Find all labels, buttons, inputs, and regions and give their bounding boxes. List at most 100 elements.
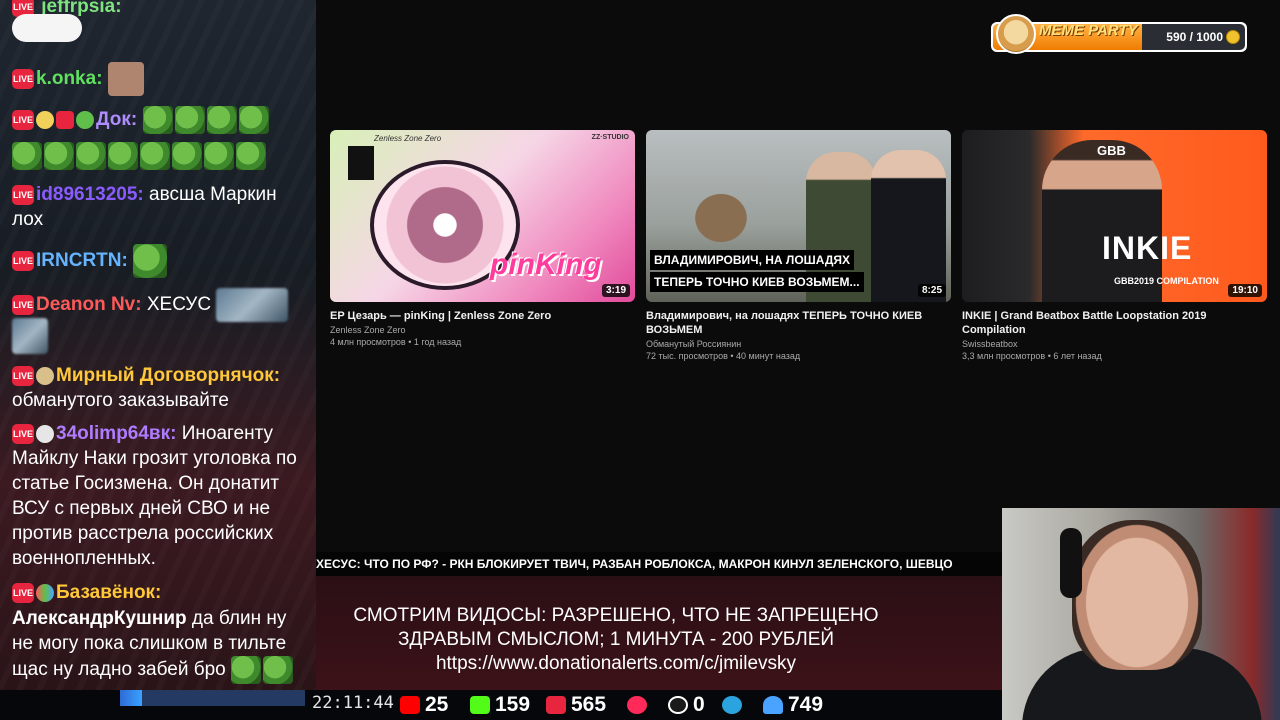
chat-progress-fill	[120, 690, 143, 706]
thumbnail-studio: ZZ·STUDIO	[591, 134, 629, 141]
pepe-emote-icon	[206, 106, 237, 134]
youtube-icon	[400, 696, 420, 714]
rules-line: ЗДРАВЫМ СМЫСЛОМ; 1 МИНУТА - 200 РУБЛЕЙ	[397, 629, 835, 650]
live-badge-icon: LIVE	[12, 69, 34, 89]
chat-emote-row	[12, 14, 308, 42]
video-meta: 4 млн просмотров • 1 год назад	[330, 337, 462, 347]
chat-panel: LIVE jeffrpsia: LIVE k.onka: LIVE Док: LIV…	[0, 0, 316, 690]
video-duration: 19:10	[1228, 284, 1262, 297]
headset-icon	[1060, 528, 1082, 598]
kick-viewers: 159	[470, 690, 530, 720]
video-channel[interactable]: Обманутый Россиянин	[646, 339, 951, 349]
live-count: 565	[571, 693, 607, 716]
video-thumbnail[interactable]: Zenless Zone Zero ZZ·STUDIO pinKing 3:19	[330, 130, 635, 302]
pepe-emote-icon	[133, 244, 168, 278]
youtube-viewers: 25	[400, 690, 448, 720]
chat-message: LIVE Мирный Договорнячок: обманутого зака…	[12, 363, 308, 413]
badge-icon	[56, 111, 74, 129]
thumbnail-sub: GBB2019 COMPILATION	[1114, 276, 1219, 286]
video-duration: 3:19	[601, 284, 630, 297]
live-badge-icon: LIVE	[12, 184, 34, 205]
thumbnail-caption: ВЛАДИМИРОВИЧ, НА ЛОШАДЯХ ТЕПЕРЬ ТОЧНО КИ…	[650, 250, 864, 294]
chat-username: Deanon Nv:	[36, 294, 142, 316]
chat-username: Док:	[96, 109, 138, 131]
emote-icon	[107, 62, 144, 96]
emote-icon	[12, 14, 82, 42]
vk-video-viewers	[627, 690, 652, 720]
rumble-icon	[668, 696, 688, 714]
video-title[interactable]: EP Цезарь — pinKing | Zenless Zone Zero	[330, 309, 635, 323]
badge-icon	[36, 583, 54, 602]
video-card[interactable]: ВЛАДИМИРОВИЧ, НА ЛОШАДЯХ ТЕПЕРЬ ТОЧНО КИ…	[646, 130, 951, 361]
coin-icon	[1226, 30, 1240, 44]
rules-text: СМОТРИМ ВИДОСЫ: РАЗРЕШЕНО, ЧТО НЕ ЗАПРЕЩ…	[316, 604, 916, 676]
chat-progress-bar	[120, 690, 305, 706]
kick-icon	[470, 696, 490, 714]
video-thumbnail[interactable]: GBB INKIE GBB2019 COMPILATION 19:10	[962, 130, 1267, 302]
chat-message: LIVE k.onka:	[12, 62, 308, 96]
live-badge-icon: LIVE	[12, 423, 34, 444]
chat-username: k.onka:	[36, 68, 103, 90]
pepe-emote-icon	[174, 106, 205, 134]
rules-box: СМОТРИМ ВИДОСЫ: РАЗРЕШЕНО, ЧТО НЕ ЗАПРЕЩ…	[316, 576, 1002, 690]
chat-username: id89613205:	[36, 184, 144, 205]
youtube-count: 25	[425, 693, 449, 716]
live-badge-icon: LIVE	[12, 251, 34, 271]
donation-link[interactable]: https://www.donationalerts.com/c/jmilevs…	[316, 652, 916, 676]
live-badge-icon: LIVE	[12, 365, 34, 386]
pepe-emote-icon	[108, 142, 138, 170]
thumbnail-logo: pinKing	[490, 248, 602, 281]
stream-clock: 22:11:44	[312, 693, 394, 713]
pepe-emote-icon	[44, 142, 74, 170]
chat-mention: АлександрКушнир	[12, 608, 187, 629]
video-title[interactable]: Владимирович, на лошадях ТЕПЕРЬ ТОЧНО КИ…	[646, 309, 951, 337]
thumbnail-brand: Zenless Zone Zero	[374, 134, 442, 143]
video-card[interactable]: Zenless Zone Zero ZZ·STUDIO pinKing 3:19…	[330, 130, 635, 347]
chat-emote-row	[12, 318, 308, 354]
vk-video-icon	[627, 696, 647, 714]
badge-icon	[36, 366, 54, 385]
chat-emote-row	[12, 142, 308, 170]
chat-message: LIVE Док:	[12, 106, 308, 134]
chat-text: ХЕСУС	[146, 294, 212, 316]
pepe-emote-icon	[204, 142, 234, 170]
telegram-viewers	[722, 690, 747, 720]
rules-line: СМОТРИМ ВИДОСЫ: РАЗРЕШЕНО, ЧТО НЕ ЗАПРЕЩ…	[353, 605, 879, 626]
pepe-emote-icon	[172, 142, 202, 170]
chat-username: IRNCRTN:	[36, 250, 128, 272]
emote-icon	[216, 288, 289, 322]
thumbnail-gbb: GBB	[1097, 143, 1126, 158]
streamer-face	[1072, 520, 1202, 670]
telegram-icon	[722, 696, 742, 714]
chat-message: LIVE Deanon Nv: ХЕСУС	[12, 288, 308, 322]
rumble-count: 0	[693, 693, 705, 716]
total-count: 749	[788, 693, 824, 716]
chat-text: обманутого заказывайте	[12, 390, 229, 411]
doge-icon	[996, 14, 1036, 54]
pepe-emote-icon	[12, 142, 42, 170]
video-card[interactable]: GBB INKIE GBB2019 COMPILATION 19:10 INKI…	[962, 130, 1267, 361]
caption-line: ТЕПЕРЬ ТОЧНО КИЕВ ВОЗЬМЕМ...	[650, 272, 864, 292]
user-icon	[763, 696, 783, 714]
video-channel[interactable]: Zenless Zone Zero	[330, 325, 635, 335]
badge-icon	[36, 111, 54, 129]
chat-message: LIVE Базавёнок:	[12, 580, 308, 605]
kick-count: 159	[495, 693, 531, 716]
live-badge-icon: LIVE	[12, 295, 34, 315]
rumble-viewers: 0	[668, 690, 705, 720]
video-thumbnail[interactable]: ВЛАДИМИРОВИЧ, НА ЛОШАДЯХ ТЕПЕРЬ ТОЧНО КИ…	[646, 130, 951, 302]
pepe-emote-icon	[231, 656, 262, 684]
emote-icon	[12, 318, 48, 354]
chat-username: 34olimp64вк:	[56, 423, 177, 444]
video-title[interactable]: INKIE | Grand Beatbox Battle Loopstation…	[962, 309, 1267, 337]
pepe-emote-icon	[263, 656, 294, 684]
thumbnail-word: INKIE	[1102, 230, 1193, 266]
webcam-feed	[1002, 508, 1280, 720]
pepe-emote-icon	[142, 106, 173, 134]
video-meta: 72 тыс. просмотров • 40 минут назад	[646, 351, 801, 361]
person-art	[871, 150, 946, 302]
video-channel[interactable]: Swissbeatbox	[962, 339, 1267, 349]
total-viewers: 749	[763, 690, 823, 720]
chat-message: LIVE IRNCRTN:	[12, 244, 308, 278]
pepe-emote-icon	[76, 142, 106, 170]
